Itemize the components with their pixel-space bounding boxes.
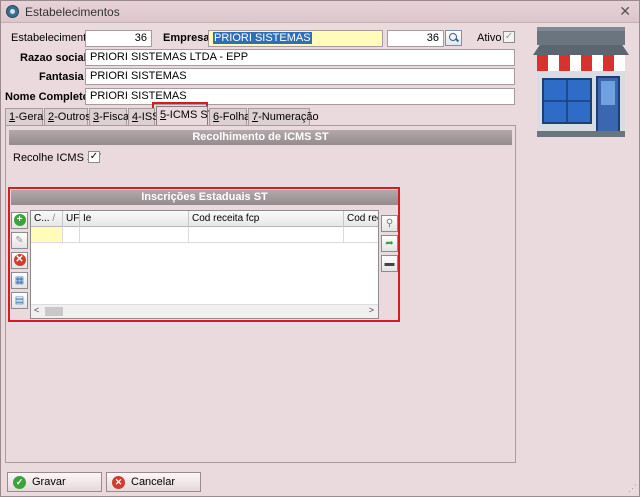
print-icon: ▬ [384,258,395,269]
estabelecimento-field[interactable]: 36 [85,30,152,47]
tab-iss[interactable]: 4-ISS [128,108,160,126]
estabelecimentos-window: Estabelecimentos ✕ Estabelecimento 36 Em… [0,0,640,497]
cancel-icon: ✕ [112,476,125,489]
fantasia-label: Fantasia [39,71,84,83]
tab-icms-st[interactable]: 5-ICMS ST [156,106,214,127]
add-row-button[interactable]: + [11,212,28,229]
grid-layout-button[interactable]: ▦ [11,272,28,289]
close-icon[interactable]: ✕ [619,3,631,20]
grid-cell-c[interactable] [31,227,63,243]
tab-folha[interactable]: 6-Folha [209,108,250,126]
add-icon: + [13,213,26,226]
grid-search-button[interactable]: ⚲ [381,215,398,232]
fantasia-field[interactable]: PRIORI SISTEMAS [85,68,515,85]
estabelecimento-label: Estabelecimento [11,32,93,44]
scroll-left-icon[interactable]: < [34,305,39,315]
empresa-lookup-button[interactable] [445,30,462,46]
window-title: Estabelecimentos [25,5,120,19]
tab-fiscal[interactable]: 3-Fiscal [89,108,132,126]
store-icon [533,27,629,137]
edit-icon: ✎ [15,235,24,246]
recolhe-icms-st-checkbox[interactable]: ✓ [88,151,100,163]
col-header-cod-receita[interactable]: Cod rece [344,211,378,227]
gravar-label: Gravar [32,476,66,488]
delete-row-button[interactable]: ✕ [11,252,28,269]
empresa-code-field[interactable]: 36 [387,30,444,47]
grid-cell-cod-receita[interactable] [344,227,378,243]
resize-grip-icon[interactable]: ⋰ [628,483,637,494]
ativo-checkbox[interactable]: ✓ [503,31,515,43]
scroll-right-icon[interactable]: > [369,305,374,315]
razao-social-field[interactable]: PRIORI SISTEMAS LTDA - EPP [85,49,515,66]
empresa-selected-text: PRIORI SISTEMAS [213,32,312,44]
grid-header: C... / UF Ie Cod receita fcp Cod rece [31,211,378,227]
export-icon: ➦ [385,238,394,249]
grid-horizontal-scrollbar[interactable]: < > [31,304,378,318]
grid-icon: ▦ [14,275,25,286]
scroll-thumb[interactable] [45,307,63,316]
app-icon [6,5,19,18]
title-bar: Estabelecimentos ✕ [1,1,639,23]
tab-numeracao[interactable]: 7-Numeração [248,108,319,126]
ativo-label: Ativo [477,32,502,44]
razao-social-label: Razao social [20,52,87,64]
empresa-label: Empresa [163,32,210,44]
col-header-ie[interactable]: Ie [80,211,189,227]
search-icon: ⚲ [385,218,394,229]
nome-completo-label: Nome Completo [5,91,90,103]
check-icon: ✓ [13,476,26,489]
grid-edit-button[interactable]: ▤ [11,292,28,309]
grid-print-button[interactable]: ▬ [381,255,398,272]
tab-geral[interactable]: 1-Geral [5,108,46,126]
cancelar-label: Cancelar [131,476,176,488]
tab-outros[interactable]: 2-Outros [44,108,91,126]
edit-row-button[interactable]: ✎ [11,232,28,249]
nome-completo-field[interactable]: PRIORI SISTEMAS [85,88,515,105]
recolhimento-section-header: Recolhimento de ICMS ST [9,130,512,145]
inscricoes-section-header: Inscrições Estaduais ST [11,190,398,205]
gravar-button[interactable]: ✓ Gravar [7,472,102,492]
delete-icon: ✕ [13,253,26,266]
cancelar-button[interactable]: ✕ Cancelar [106,472,201,492]
grid-cell-uf[interactable] [63,227,80,243]
col-header-uf[interactable]: UF [63,211,80,227]
grid-cell-cod-receita-fcp[interactable] [189,227,344,243]
grid-edit-icon: ▤ [14,295,25,306]
empresa-field[interactable]: PRIORI SISTEMAS [208,30,383,47]
col-header-cod-receita-fcp[interactable]: Cod receita fcp [189,211,344,227]
grid-cell-ie[interactable] [80,227,189,243]
col-header-c[interactable]: C... / [31,211,63,227]
grid-export-button[interactable]: ➦ [381,235,398,252]
inscricoes-grid[interactable]: C... / UF Ie Cod receita fcp Cod rece < … [30,210,379,319]
